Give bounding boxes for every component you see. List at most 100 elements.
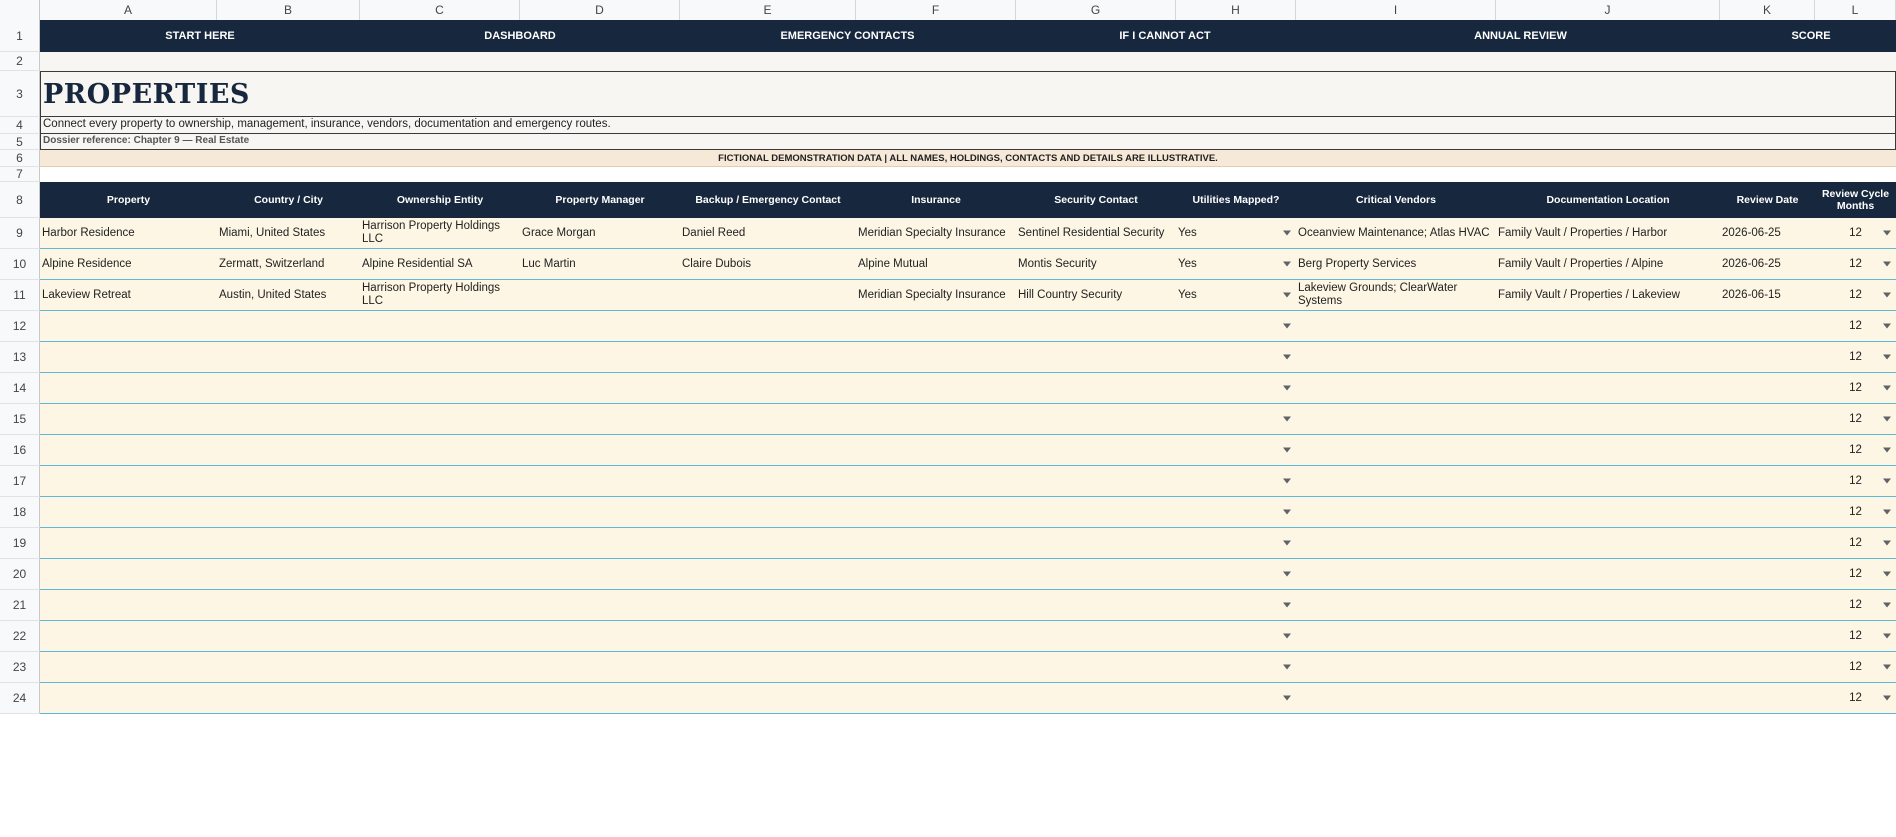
- table-cell[interactable]: [217, 683, 360, 713]
- reference-cell[interactable]: Dossier reference: Chapter 9 — Real Esta…: [40, 134, 1896, 150]
- row-header-20[interactable]: 20: [0, 559, 40, 590]
- table-cell[interactable]: [360, 466, 520, 496]
- table-cell[interactable]: Hill Country Security: [1016, 280, 1176, 310]
- table-cell[interactable]: [520, 404, 680, 434]
- table-cell[interactable]: [40, 621, 217, 651]
- table-cell[interactable]: 12: [1815, 497, 1896, 527]
- table-cell[interactable]: [520, 683, 680, 713]
- table-cell[interactable]: [520, 497, 680, 527]
- chevron-down-icon[interactable]: [1283, 478, 1291, 484]
- table-cell[interactable]: [1176, 311, 1296, 341]
- table-cell[interactable]: 12: [1815, 218, 1896, 248]
- table-cell[interactable]: [1016, 652, 1176, 682]
- table-cell[interactable]: [1296, 528, 1496, 558]
- table-cell[interactable]: [1176, 590, 1296, 620]
- table-cell[interactable]: [680, 435, 856, 465]
- column-title-review-cycle-months[interactable]: Review Cycle Months: [1815, 182, 1896, 218]
- table-cell[interactable]: [520, 311, 680, 341]
- table-cell[interactable]: Family Vault / Properties / Lakeview: [1496, 280, 1720, 310]
- table-cell[interactable]: 12: [1815, 621, 1896, 651]
- table-cell[interactable]: [520, 373, 680, 403]
- table-cell[interactable]: [856, 528, 1016, 558]
- column-header-f[interactable]: F: [856, 0, 1016, 20]
- table-cell[interactable]: [360, 497, 520, 527]
- table-cell[interactable]: Harbor Residence: [40, 218, 217, 248]
- table-cell[interactable]: [1176, 342, 1296, 372]
- chevron-down-icon[interactable]: [1883, 509, 1891, 515]
- table-cell[interactable]: Lakeview Grounds; ClearWater Systems: [1296, 280, 1496, 310]
- table-cell[interactable]: [1296, 404, 1496, 434]
- column-header-c[interactable]: C: [360, 0, 520, 20]
- table-cell[interactable]: 12: [1815, 373, 1896, 403]
- row-header-13[interactable]: 13: [0, 342, 40, 373]
- table-cell[interactable]: [520, 528, 680, 558]
- chevron-down-icon[interactable]: [1283, 323, 1291, 329]
- table-cell[interactable]: [360, 373, 520, 403]
- table-cell[interactable]: [1016, 373, 1176, 403]
- table-cell[interactable]: [520, 435, 680, 465]
- row-header-16[interactable]: 16: [0, 435, 40, 466]
- table-cell[interactable]: [1016, 311, 1176, 341]
- table-cell[interactable]: [217, 435, 360, 465]
- chevron-down-icon[interactable]: [1283, 354, 1291, 360]
- table-cell[interactable]: [1016, 528, 1176, 558]
- table-cell[interactable]: [40, 342, 217, 372]
- table-cell[interactable]: [520, 621, 680, 651]
- table-cell[interactable]: [856, 311, 1016, 341]
- table-cell[interactable]: [1016, 559, 1176, 589]
- table-cell[interactable]: [217, 342, 360, 372]
- table-cell[interactable]: [1720, 342, 1815, 372]
- table-cell[interactable]: 12: [1815, 404, 1896, 434]
- table-cell[interactable]: [217, 621, 360, 651]
- table-cell[interactable]: [1176, 404, 1296, 434]
- table-cell[interactable]: [1720, 652, 1815, 682]
- table-cell[interactable]: [40, 435, 217, 465]
- nav-link-start-here[interactable]: START HERE: [40, 20, 360, 52]
- table-cell[interactable]: [1296, 652, 1496, 682]
- table-cell[interactable]: [856, 466, 1016, 496]
- table-cell[interactable]: [1720, 404, 1815, 434]
- table-cell[interactable]: Family Vault / Properties / Harbor: [1496, 218, 1720, 248]
- table-cell[interactable]: [1720, 373, 1815, 403]
- table-cell[interactable]: [1720, 683, 1815, 713]
- chevron-down-icon[interactable]: [1283, 385, 1291, 391]
- table-cell[interactable]: [1720, 311, 1815, 341]
- column-title-insurance[interactable]: Insurance: [856, 182, 1016, 218]
- table-cell[interactable]: 12: [1815, 528, 1896, 558]
- chevron-down-icon[interactable]: [1283, 447, 1291, 453]
- table-cell[interactable]: [1296, 435, 1496, 465]
- row-header-10[interactable]: 10: [0, 249, 40, 280]
- table-cell[interactable]: Yes: [1176, 280, 1296, 310]
- table-cell[interactable]: [1296, 497, 1496, 527]
- nav-link-annual-review[interactable]: ANNUAL REVIEW: [1315, 20, 1726, 52]
- row-header-14[interactable]: 14: [0, 373, 40, 404]
- table-cell[interactable]: Alpine Mutual: [856, 249, 1016, 279]
- table-cell[interactable]: 12: [1815, 311, 1896, 341]
- table-cell[interactable]: [1296, 311, 1496, 341]
- table-cell[interactable]: 2026-06-15: [1720, 280, 1815, 310]
- column-title-property[interactable]: Property: [40, 182, 217, 218]
- table-cell[interactable]: [217, 590, 360, 620]
- table-cell[interactable]: [217, 559, 360, 589]
- table-cell[interactable]: [40, 652, 217, 682]
- table-cell[interactable]: [520, 280, 680, 310]
- table-cell[interactable]: [40, 683, 217, 713]
- table-cell[interactable]: Grace Morgan: [520, 218, 680, 248]
- table-cell[interactable]: [680, 590, 856, 620]
- table-cell[interactable]: [217, 404, 360, 434]
- table-cell[interactable]: [1176, 373, 1296, 403]
- table-cell[interactable]: [856, 404, 1016, 434]
- table-cell[interactable]: [40, 528, 217, 558]
- table-cell[interactable]: [360, 683, 520, 713]
- table-cell[interactable]: [1496, 342, 1720, 372]
- table-cell[interactable]: [40, 497, 217, 527]
- chevron-down-icon[interactable]: [1283, 633, 1291, 639]
- table-cell[interactable]: [1296, 683, 1496, 713]
- table-cell[interactable]: [1296, 373, 1496, 403]
- column-header-b[interactable]: B: [217, 0, 360, 20]
- row-header-1[interactable]: 1: [0, 20, 40, 52]
- table-cell[interactable]: [856, 683, 1016, 713]
- table-cell[interactable]: [1496, 466, 1720, 496]
- table-cell[interactable]: [1296, 342, 1496, 372]
- row-header-7[interactable]: 7: [0, 167, 40, 182]
